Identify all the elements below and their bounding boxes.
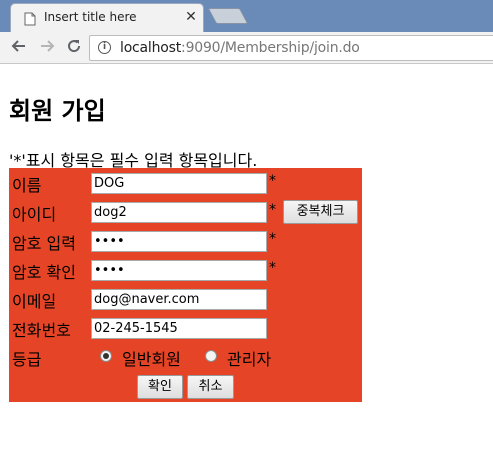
new-tab-button[interactable] — [207, 8, 249, 24]
password-label: 암호 입력 — [12, 234, 76, 253]
userid-label: 아이디 — [12, 205, 57, 224]
email-input[interactable]: dog@naver.com — [91, 289, 267, 310]
password-confirm-input[interactable]: •••• — [91, 260, 267, 281]
required-mark: * — [269, 231, 276, 247]
grade-normal-radio[interactable] — [100, 350, 112, 362]
close-icon[interactable]: ✕ — [183, 8, 199, 26]
password-input[interactable]: •••• — [91, 231, 267, 252]
name-input[interactable]: DOG — [91, 173, 267, 194]
phone-row: 전화번호 02-245-1545 — [9, 316, 362, 340]
email-label: 이메일 — [12, 292, 57, 311]
grade-admin-label[interactable]: 관리자 — [227, 346, 271, 370]
email-row: 이메일 dog@naver.com — [9, 287, 362, 311]
required-mark: * — [269, 173, 276, 189]
forward-arrow-icon[interactable] — [37, 38, 57, 58]
phone-input[interactable]: 02-245-1545 — [91, 318, 267, 339]
url-text[interactable]: localhost:9090/Membership/join.do — [120, 40, 360, 56]
duplicate-check-button[interactable]: 중복체크 — [283, 200, 358, 224]
reload-icon[interactable] — [64, 38, 84, 58]
required-mark: * — [269, 202, 276, 218]
userid-input[interactable]: dog2 — [91, 202, 267, 223]
grade-admin-radio[interactable] — [205, 350, 217, 362]
page-title: 회원 가입 — [9, 97, 106, 125]
name-row: 이름 DOG * — [9, 171, 362, 195]
info-icon[interactable]: i — [98, 41, 111, 54]
browser-toolbar: i localhost:9090/Membership/join.do — [0, 32, 493, 64]
password-confirm-row: 암호 확인 •••• * — [9, 258, 362, 282]
reset-button[interactable]: 취소 — [187, 375, 234, 399]
browser-tab[interactable]: Insert title here ✕ — [10, 3, 204, 32]
browser-tabstrip: Insert title here ✕ — [0, 0, 493, 32]
password-row: 암호 입력 •••• * — [9, 229, 362, 253]
submit-button[interactable]: 확인 — [137, 375, 183, 399]
grade-normal-label[interactable]: 일반회원 — [122, 346, 181, 370]
back-arrow-icon[interactable] — [9, 38, 29, 58]
required-mark: * — [269, 260, 276, 276]
password-confirm-label: 암호 확인 — [12, 263, 76, 282]
userid-row: 아이디 dog2 * 중복체크 — [9, 200, 362, 224]
grade-label: 등급 — [12, 350, 42, 369]
page-icon — [24, 11, 36, 30]
tab-title: Insert title here — [44, 10, 137, 24]
name-label: 이름 — [12, 176, 42, 195]
join-form: 이름 DOG * 아이디 dog2 * 중복체크 암호 입력 •••• * 암호… — [9, 168, 362, 402]
form-buttons: 확인 취소 — [9, 374, 362, 399]
phone-label: 전화번호 — [12, 321, 71, 340]
grade-row: 등급 일반회원 관리자 — [9, 345, 362, 369]
address-bar[interactable]: i localhost:9090/Membership/join.do — [89, 35, 493, 61]
